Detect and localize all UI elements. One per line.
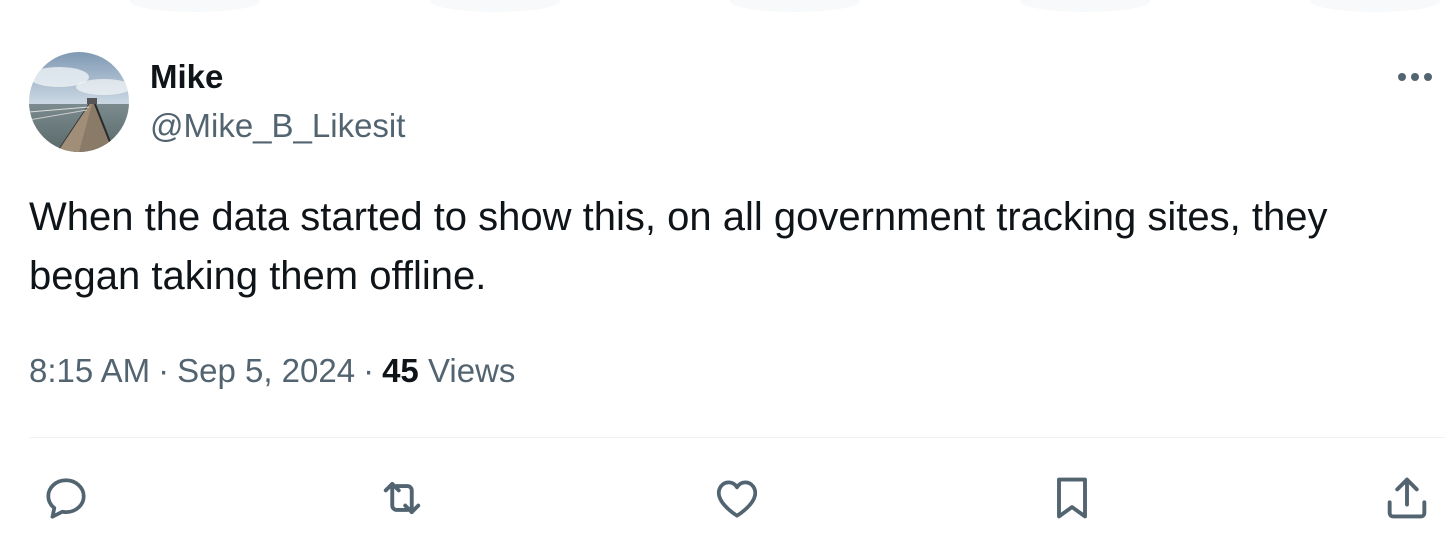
author-handle[interactable]: @Mike_B_Likesit bbox=[150, 106, 405, 146]
heart-icon bbox=[716, 480, 758, 518]
meta-separator: · bbox=[158, 352, 170, 389]
divider bbox=[29, 437, 1445, 438]
more-options-button[interactable] bbox=[1392, 60, 1438, 94]
reply-button[interactable] bbox=[40, 472, 92, 524]
views-count: 45 bbox=[382, 352, 419, 389]
repost-arrows-icon bbox=[383, 481, 421, 515]
tweet-date[interactable]: Sep 5, 2024 bbox=[177, 352, 355, 389]
share-button[interactable] bbox=[1381, 472, 1433, 524]
ellipsis-icon bbox=[1398, 73, 1432, 81]
speech-bubble-icon bbox=[46, 478, 86, 519]
meta-separator: · bbox=[363, 352, 375, 389]
avatar[interactable] bbox=[29, 52, 129, 152]
share-upload-icon bbox=[1387, 477, 1427, 519]
previous-row-remnant bbox=[0, 0, 1455, 22]
like-button[interactable] bbox=[711, 472, 763, 524]
bookmark-icon bbox=[1057, 477, 1087, 519]
tweet-metadata: 8:15 AM · Sep 5, 2024 · 45 Views bbox=[29, 348, 515, 394]
tweet-time[interactable]: 8:15 AM bbox=[29, 352, 150, 389]
views-label: Views bbox=[427, 352, 516, 389]
bookmark-button[interactable] bbox=[1046, 472, 1098, 524]
author-display-name[interactable]: Mike bbox=[150, 57, 223, 97]
tweet-text: When the data started to show this, on a… bbox=[29, 195, 1328, 298]
retweet-button[interactable] bbox=[376, 472, 428, 524]
pier-photo-avatar-icon bbox=[29, 52, 129, 152]
